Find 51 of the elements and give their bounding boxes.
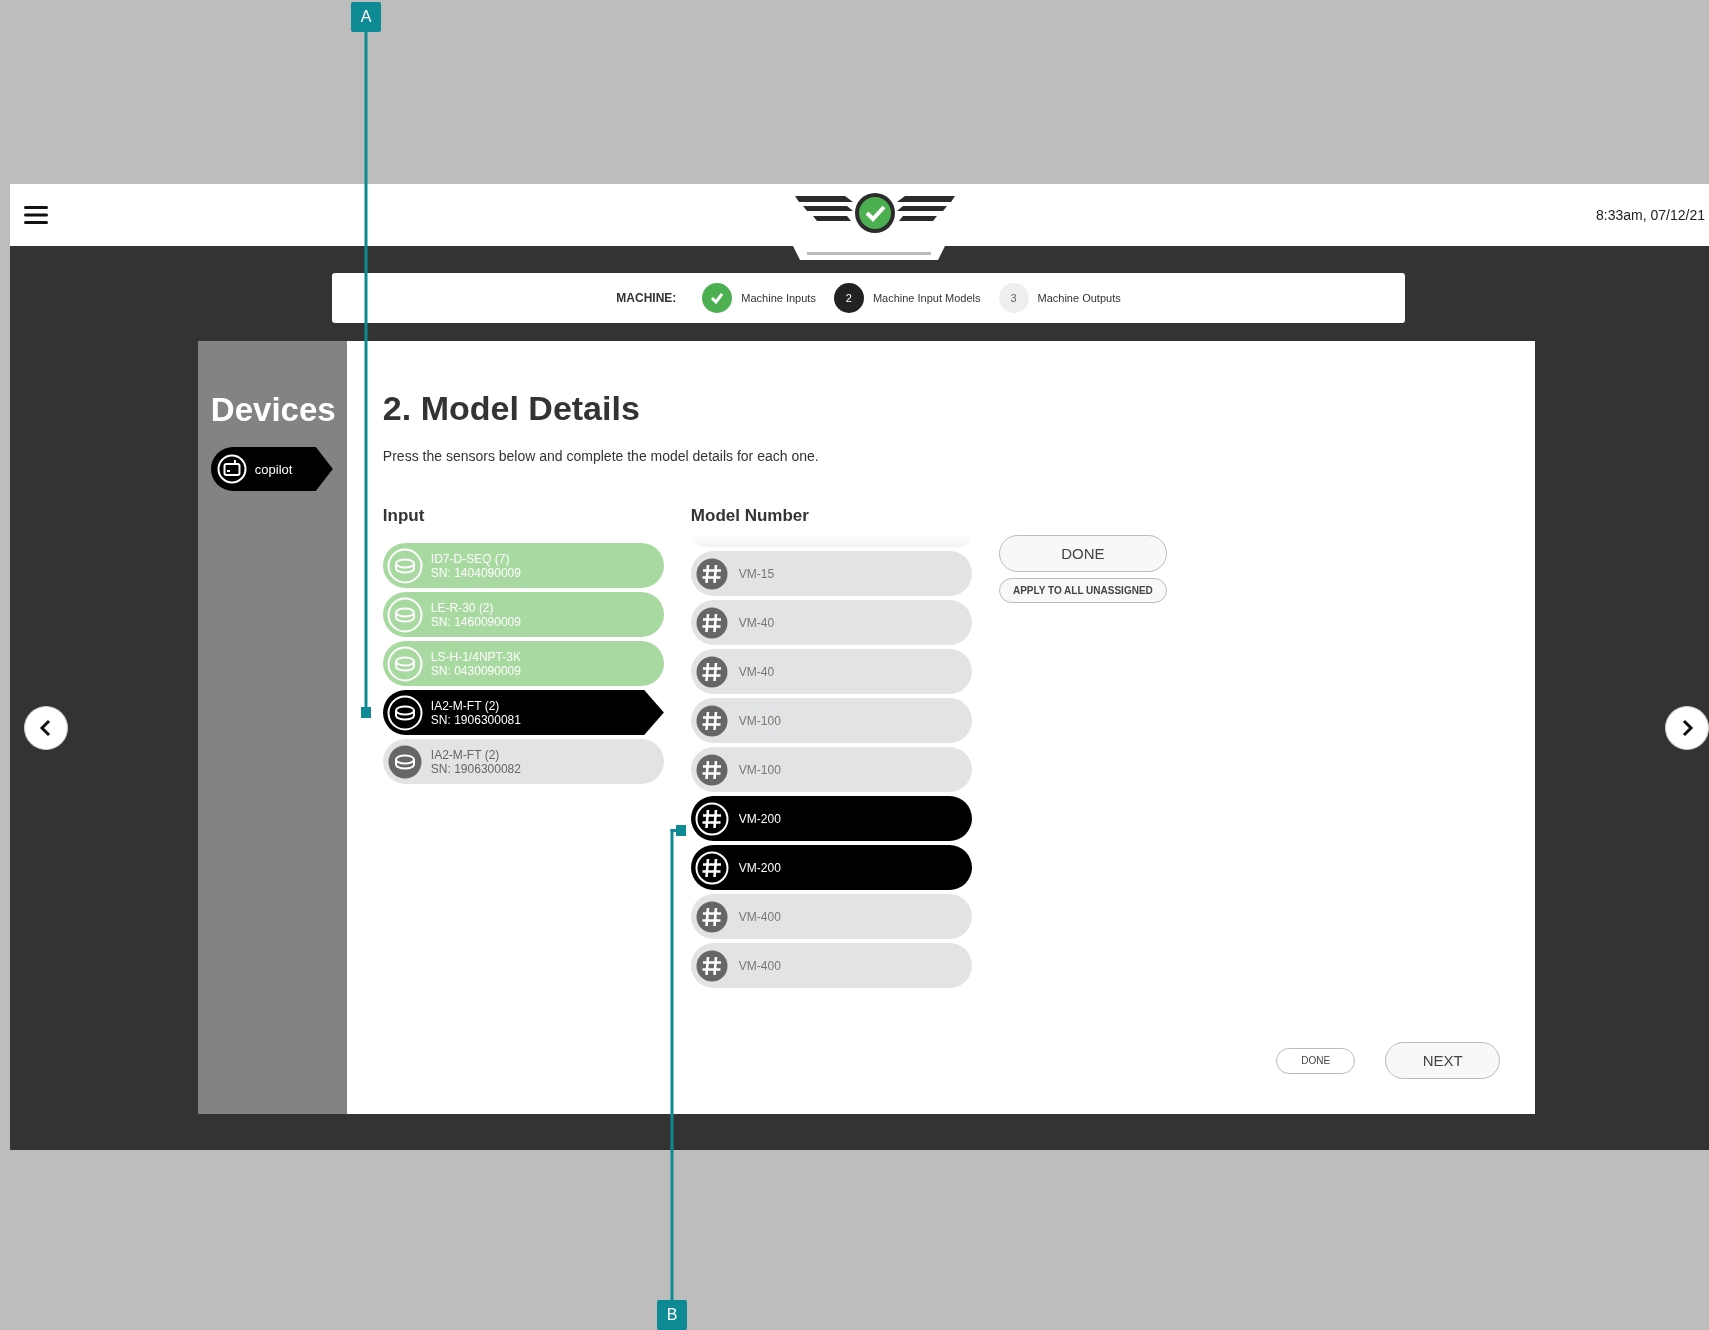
model-item[interactable]: VM-400 (690, 894, 972, 939)
footer-button[interactable]: NEXT (1385, 1042, 1501, 1079)
action-button[interactable]: APPLY TO ALL UNASSIGNED (998, 578, 1167, 603)
page-title: 2. Model Details (382, 389, 641, 428)
step-label[interactable]: Machine Outputs (1037, 292, 1121, 304)
sensor-icon (386, 694, 423, 731)
stepper-label: MACHINE: (616, 291, 677, 305)
action-button[interactable]: DONE (998, 535, 1167, 572)
column-heading: Input (382, 506, 426, 527)
sensor-item[interactable]: IA2-M-FT (2) SN: 1906300082 (382, 739, 664, 784)
column-heading: Model Number (690, 506, 810, 527)
hash-icon (694, 948, 729, 983)
callout-label: B (657, 1300, 687, 1330)
hash-icon (694, 556, 729, 591)
model-item[interactable]: VM-200 (690, 796, 972, 841)
check-icon (709, 290, 726, 306)
chevron-right-icon (1680, 719, 1695, 737)
device-item[interactable]: copilot (210, 447, 333, 491)
sensor-icon (386, 596, 423, 633)
callout-label: A (351, 2, 381, 32)
sensor-icon (386, 547, 423, 584)
previous-button[interactable] (24, 706, 68, 750)
hash-icon (694, 899, 729, 934)
model-item[interactable]: VM-100 (690, 698, 972, 743)
timestamp: 8:33am, 07/12/21 (1596, 207, 1705, 223)
footer-button[interactable]: DONE (1276, 1047, 1356, 1074)
hash-icon (694, 801, 729, 836)
chevron-left-icon (38, 719, 53, 737)
hash-icon (694, 654, 729, 689)
model-item[interactable]: VM-15 (690, 551, 972, 596)
hash-icon (694, 850, 729, 885)
model-item[interactable]: VM-40 (690, 649, 972, 694)
hash-icon (694, 703, 729, 738)
sidebar-title: Devices (210, 391, 337, 429)
instructions-text: Press the sensors below and complete the model details for each one. (382, 448, 820, 464)
model-item[interactable]: VM-400 (690, 943, 972, 988)
hash-icon (694, 605, 729, 640)
model-item[interactable]: VM-100 (690, 747, 972, 792)
menu-icon[interactable] (24, 205, 48, 225)
sensor-item[interactable]: IA2-M-FT (2) SN: 1906300081 (382, 690, 664, 735)
model-item[interactable]: VM-40 (690, 600, 972, 645)
next-button[interactable] (1665, 706, 1709, 750)
step-label[interactable]: Machine Input Models (872, 292, 981, 304)
step-label[interactable]: Machine Inputs (741, 292, 816, 304)
hash-icon (694, 752, 729, 787)
sensor-icon (386, 645, 423, 682)
model-item[interactable]: VM-200 (690, 845, 972, 890)
step-indicator: 3 (998, 283, 1029, 313)
sensor-icon (386, 743, 423, 780)
step-indicator: 2 (833, 283, 864, 313)
device-icon (216, 454, 247, 484)
